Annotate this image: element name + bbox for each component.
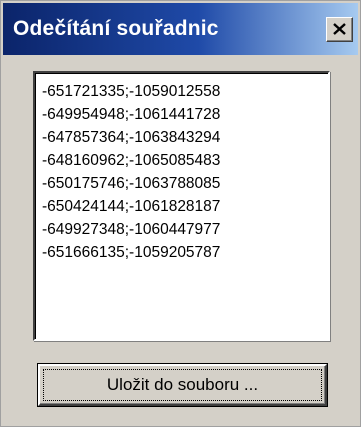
save-to-file-button[interactable]: Uložit do souboru ... — [38, 364, 327, 406]
list-item[interactable]: -651666135;-1059205787 — [42, 241, 220, 264]
list-item[interactable]: -650175746;-1063788085 — [42, 172, 220, 195]
coordinate-reader-dialog: Odečítání souřadnic -651721335;-10590125… — [0, 0, 361, 427]
coordinates-listbox[interactable]: -651721335;-1059012558 -649954948;-10614… — [33, 71, 330, 341]
list-item[interactable]: -650424144;-1061828187 — [42, 195, 220, 218]
coordinates-list: -651721335;-1059012558 -649954948;-10614… — [42, 80, 220, 264]
list-item[interactable]: -649954948;-1061441728 — [42, 103, 220, 126]
list-item[interactable]: -648160962;-1065085483 — [42, 149, 220, 172]
list-item[interactable]: -647857364;-1063843294 — [42, 126, 220, 149]
window-title: Odečítání souřadnic — [13, 17, 219, 40]
save-to-file-label: Uložit do souboru ... — [106, 375, 259, 394]
list-item[interactable]: -651721335;-1059012558 — [42, 80, 220, 103]
close-button[interactable] — [326, 17, 353, 42]
list-item[interactable]: -649927348;-1060447977 — [42, 218, 220, 241]
close-icon — [333, 23, 346, 35]
title-bar[interactable]: Odečítání souřadnic — [3, 3, 358, 55]
